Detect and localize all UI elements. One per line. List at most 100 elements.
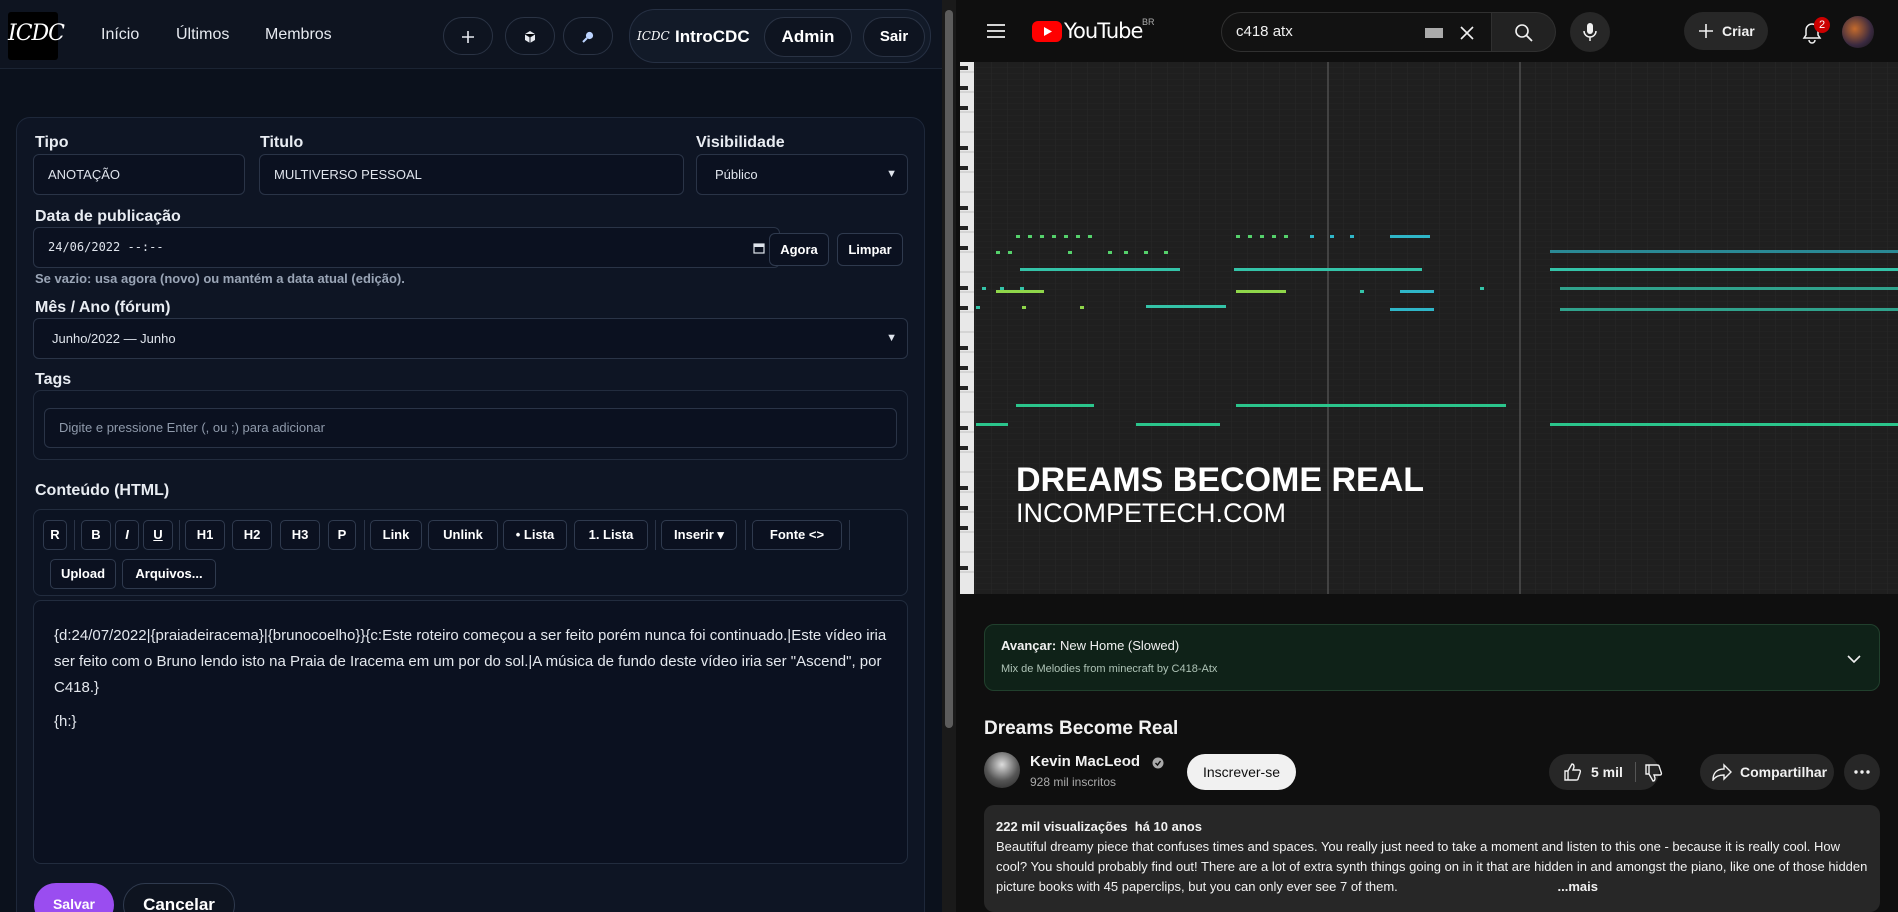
upload-button[interactable]: Upload	[50, 559, 116, 589]
editor-toolbar: R B I U H1 H2 H3 P Link Unlink • Lista 1…	[33, 509, 908, 596]
post-form: Tipo ANOTAÇÃO Titulo MULTIVERSO PESSOAL …	[16, 117, 925, 912]
search-button[interactable]	[563, 17, 613, 55]
conteudo-label: Conteúdo (HTML)	[35, 482, 170, 499]
video-title: Dreams Become Real	[984, 718, 1179, 739]
bullet-list-button[interactable]: • Lista	[503, 520, 567, 550]
subscribe-button[interactable]: Inscrever-se	[1187, 754, 1296, 790]
youtube-play-icon	[1032, 21, 1062, 42]
remove-format-button[interactable]: R	[43, 520, 67, 550]
scroll-thumb[interactable]	[945, 10, 953, 728]
youtube-pane: YouTube BR c418 atx Criar 2 DREAMS BECOM…	[956, 0, 1898, 912]
region-code: BR	[1142, 17, 1155, 27]
tags-input[interactable]: Digite e pressione Enter (, ou ;) para a…	[44, 408, 897, 448]
create-button[interactable]: Criar	[1684, 12, 1768, 50]
clear-icon[interactable]	[1459, 25, 1475, 41]
youtube-wordmark: YouTube	[1064, 19, 1143, 43]
underline-button[interactable]: U	[143, 520, 173, 550]
data-value: 24/06/2022 --:--	[48, 240, 164, 254]
subscriber-count: 928 mil inscritos	[1030, 775, 1117, 789]
logout-button[interactable]: Sair	[863, 17, 925, 57]
admin-button[interactable]: Admin	[764, 17, 852, 57]
toolbar-divider	[655, 520, 656, 550]
plus-icon	[462, 31, 474, 43]
tipo-input[interactable]: ANOTAÇÃO	[33, 154, 245, 195]
files-button[interactable]: Arquivos...	[122, 559, 216, 589]
like-dislike-group: 5 mil	[1549, 754, 1663, 790]
chevron-down-icon[interactable]	[1847, 655, 1861, 663]
menu-icon[interactable]	[986, 23, 1006, 39]
new-post-button[interactable]	[443, 17, 493, 55]
thumbs-up-icon[interactable]	[1563, 762, 1583, 782]
chevron-down-icon: ▼	[886, 332, 897, 344]
plus-icon	[1699, 24, 1713, 38]
scrollbar[interactable]	[942, 0, 956, 912]
data-input[interactable]: 24/06/2022 --:--	[33, 227, 780, 268]
video-overlay-sub: INCOMPETECH.COM	[1016, 498, 1286, 528]
notification-badge: 2	[1814, 17, 1830, 33]
top-navbar: ICDC Início Últimos Membros ICDC IntroCD…	[0, 0, 942, 69]
site-logo[interactable]: ICDC	[8, 12, 65, 60]
search-button[interactable]	[1492, 12, 1556, 52]
share-icon	[1712, 763, 1732, 781]
more-icon	[1854, 770, 1870, 774]
h3-button[interactable]: H3	[280, 520, 320, 550]
toolbar-divider	[364, 520, 365, 550]
description-box[interactable]: 222 mil visualizações há 10 anos Beautif…	[984, 805, 1880, 912]
create-label: Criar	[1722, 23, 1755, 39]
h2-button[interactable]: H2	[232, 520, 272, 550]
limpar-button[interactable]: Limpar	[837, 233, 903, 266]
next-label: Avançar:	[1001, 638, 1057, 653]
nav-ultimos[interactable]: Últimos	[176, 26, 229, 44]
data-label: Data de publicação	[35, 208, 181, 225]
account-group: ICDC IntroCDC Admin Sair	[629, 9, 931, 63]
numbered-list-button[interactable]: 1. Lista	[574, 520, 648, 550]
tags-container: Digite e pressione Enter (, ou ;) para a…	[33, 390, 908, 460]
agora-button[interactable]: Agora	[769, 233, 829, 266]
content-editor[interactable]: {d:24/07/2022|{praiadeiracema}|{brunocoe…	[33, 600, 908, 864]
notifications-button[interactable]: 2	[1794, 14, 1830, 50]
video-player[interactable]: DREAMS BECOME REAL INCOMPETECH.COM	[960, 62, 1898, 594]
like-count[interactable]: 5 mil	[1591, 754, 1623, 790]
verified-icon	[1152, 757, 1164, 769]
toolbar-divider	[74, 520, 75, 550]
next-subtitle: Mix de Melodies from minecraft by C418-A…	[1001, 663, 1218, 675]
save-button[interactable]: Salvar	[34, 883, 114, 912]
cancel-button[interactable]: Cancelar	[123, 883, 235, 912]
link-button[interactable]: Link	[370, 520, 422, 550]
search-input[interactable]: c418 atx	[1221, 12, 1492, 52]
channel-avatar[interactable]	[984, 752, 1020, 788]
thumbs-down-icon[interactable]	[1644, 763, 1664, 783]
h1-button[interactable]: H1	[185, 520, 225, 550]
toolbar-divider	[745, 520, 746, 550]
share-button[interactable]: Compartilhar	[1700, 754, 1834, 790]
channel-name[interactable]: Kevin MacLeod	[1030, 753, 1140, 770]
titulo-input[interactable]: MULTIVERSO PESSOAL	[259, 154, 684, 195]
nav-inicio[interactable]: Início	[101, 26, 139, 44]
account-avatar[interactable]: ICDC	[637, 23, 670, 49]
source-toggle-button[interactable]: Fonte <>	[752, 520, 842, 550]
voice-search-button[interactable]	[1570, 12, 1610, 52]
calendar-icon[interactable]	[753, 242, 765, 254]
tags-label: Tags	[35, 371, 72, 388]
mes-select[interactable]: Junho/2022 — Junho ▼	[33, 318, 908, 359]
cube-button[interactable]	[505, 17, 555, 55]
unlink-button[interactable]: Unlink	[428, 520, 498, 550]
next-title: New Home (Slowed)	[1060, 638, 1180, 653]
visibilidade-select[interactable]: Público ▼	[696, 154, 908, 195]
nav-membros[interactable]: Membros	[265, 26, 332, 44]
inserir-dropdown[interactable]: Inserir ▾	[661, 520, 737, 550]
view-count: 222 mil visualizações	[996, 819, 1128, 834]
avatar[interactable]	[1842, 16, 1874, 48]
more-actions-button[interactable]	[1844, 754, 1880, 790]
account-name[interactable]: IntroCDC	[675, 27, 750, 47]
bold-button[interactable]: B	[81, 520, 111, 550]
content-paragraph: {d:24/07/2022|{praiadeiracema}|{brunocoe…	[54, 627, 887, 696]
paragraph-button[interactable]: P	[328, 520, 356, 550]
data-hint: Se vazio: usa agora (novo) ou mantém a d…	[35, 271, 405, 286]
content-paragraph: {h:}	[54, 713, 77, 730]
keyboard-icon[interactable]	[1425, 28, 1443, 38]
italic-button[interactable]: I	[115, 520, 139, 550]
show-more-link[interactable]: ...mais	[1553, 877, 1598, 897]
toolbar-divider	[179, 520, 180, 550]
autoplay-next-card[interactable]: Avançar: New Home (Slowed) Mix de Melodi…	[984, 624, 1880, 691]
